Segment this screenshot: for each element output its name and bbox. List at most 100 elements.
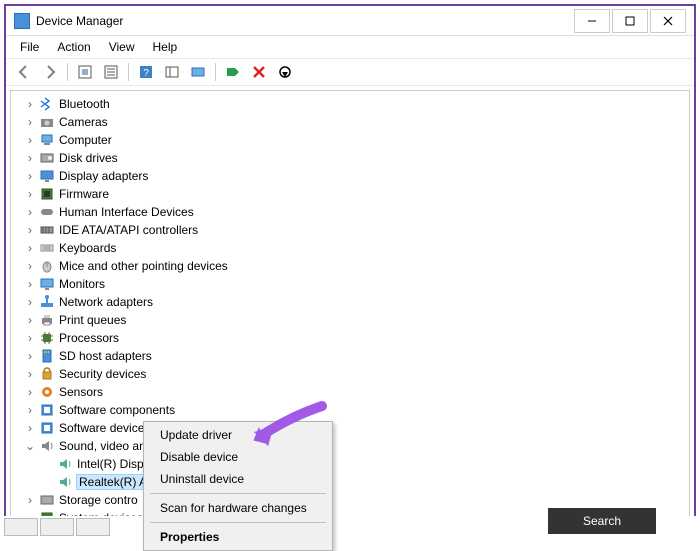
menu-action[interactable]: Action [49, 38, 98, 56]
toolbar-separator [67, 63, 68, 81]
chevron-right-icon[interactable]: › [23, 331, 37, 345]
tree-node-security[interactable]: ›Security devices [13, 365, 687, 383]
chevron-right-icon[interactable]: › [23, 277, 37, 291]
tree-node-sensor[interactable]: › Sensors [13, 383, 687, 401]
toolbar: ? [6, 58, 694, 86]
tree-leaf-label: Realtek(R) A [77, 475, 149, 489]
chevron-right-icon[interactable]: › [23, 205, 37, 219]
tree-node-label: Sensors [59, 385, 103, 399]
sound-icon [39, 438, 55, 454]
mouse-icon [39, 258, 55, 274]
tree-node-label: Storage contro [59, 493, 138, 507]
tree-leaf-sound-device[interactable]: Intel(R) Display Audio [13, 455, 687, 473]
chevron-right-icon[interactable]: › [23, 187, 37, 201]
tree-node-keyboard[interactable]: ›Keyboards [13, 239, 687, 257]
properties-button[interactable] [99, 61, 123, 83]
chevron-right-icon[interactable]: › [23, 403, 37, 417]
chevron-right-icon[interactable]: › [23, 493, 37, 507]
hid-icon [39, 204, 55, 220]
svg-text:?: ? [143, 68, 149, 79]
network-icon [39, 294, 55, 310]
minimize-icon [587, 16, 597, 26]
sd-icon [39, 348, 55, 364]
tree-node-disk[interactable]: ›Disk drives [13, 149, 687, 167]
update-driver-button[interactable] [186, 61, 210, 83]
tree-node-bluetooth[interactable]: › Bluetooth [13, 95, 687, 113]
tree-node-software[interactable]: › Software components [13, 401, 687, 419]
tree-node-label: Print queues [59, 313, 126, 327]
tree-node-computer[interactable]: ›Computer [13, 131, 687, 149]
show-hidden-button[interactable] [73, 61, 97, 83]
disable-button[interactable] [273, 61, 297, 83]
tree-node-sound[interactable]: ⌄Sound, video and game controllers [13, 437, 687, 455]
view-toggle-icon [164, 64, 180, 80]
search-button[interactable]: Search [548, 508, 656, 534]
chevron-right-icon[interactable]: › [23, 169, 37, 183]
menu-view[interactable]: View [101, 38, 143, 56]
chevron-down-icon[interactable]: ⌄ [23, 439, 37, 453]
menu-help[interactable]: Help [145, 38, 186, 56]
tree-node-ide[interactable]: › IDE ATA/ATAPI controllers [13, 221, 687, 239]
chevron-right-icon[interactable]: › [23, 97, 37, 111]
help-icon: ? [138, 64, 154, 80]
tree-node-firmware[interactable]: ›Firmware [13, 185, 687, 203]
chevron-right-icon[interactable]: › [23, 115, 37, 129]
ctx-update-driver[interactable]: Update driver [146, 424, 330, 446]
tree-node-label: Software components [59, 403, 175, 417]
ctx-properties[interactable]: Properties [146, 526, 330, 548]
ctx-scan-hardware[interactable]: Scan for hardware changes [146, 497, 330, 519]
tree-node-printer[interactable]: › Print queues [13, 311, 687, 329]
tree-node-sd[interactable]: ›SD host adapters [13, 347, 687, 365]
tree-node-processor[interactable]: ›Processors [13, 329, 687, 347]
chevron-right-icon[interactable]: › [23, 295, 37, 309]
minimize-button[interactable] [574, 9, 610, 33]
tree-node-hid[interactable]: ›Human Interface Devices [13, 203, 687, 221]
tree-node-camera[interactable]: › Cameras [13, 113, 687, 131]
chevron-right-icon[interactable]: › [23, 133, 37, 147]
menu-file[interactable]: File [12, 38, 47, 56]
display-icon [39, 168, 55, 184]
tree-node-monitor[interactable]: ›Monitors [13, 275, 687, 293]
close-button[interactable] [650, 9, 686, 33]
uninstall-button[interactable] [247, 61, 271, 83]
maximize-button[interactable] [612, 9, 648, 33]
tree-node-label: Bluetooth [59, 97, 110, 111]
chevron-right-icon[interactable]: › [23, 385, 37, 399]
disk-icon [39, 150, 55, 166]
tree-node-label: Cameras [59, 115, 108, 129]
properties-icon [103, 64, 119, 80]
tree-node-software[interactable]: ›Software devices [13, 419, 687, 437]
chevron-right-icon[interactable]: › [23, 313, 37, 327]
back-button[interactable] [12, 61, 36, 83]
ctx-disable-device[interactable]: Disable device [146, 446, 330, 468]
ctx-uninstall-device[interactable]: Uninstall device [146, 468, 330, 490]
software-icon [39, 420, 55, 436]
chevron-right-icon[interactable]: › [23, 421, 37, 435]
tree-node-mouse[interactable]: ›Mice and other pointing devices [13, 257, 687, 275]
tree-node-network[interactable]: ›Network adapters [13, 293, 687, 311]
monitor-icon [39, 276, 55, 292]
device-tree-panel[interactable]: ›Bluetooth›Cameras›Computer›Disk drives›… [10, 90, 690, 526]
view-toggle-button[interactable] [160, 61, 184, 83]
tree-node-display[interactable]: ›Display adapters [13, 167, 687, 185]
forward-button[interactable] [38, 61, 62, 83]
scan-button[interactable] [221, 61, 245, 83]
sensor-icon [39, 384, 55, 400]
chevron-right-icon[interactable]: › [23, 349, 37, 363]
chevron-right-icon[interactable]: › [23, 367, 37, 381]
back-icon [16, 64, 32, 80]
sd-icon [39, 348, 55, 364]
help-button[interactable]: ? [134, 61, 158, 83]
bluetooth-icon [39, 96, 55, 112]
chevron-right-icon[interactable]: › [23, 151, 37, 165]
tree-leaf-sound-device[interactable]: Realtek(R) A [13, 473, 687, 491]
forward-icon [42, 64, 58, 80]
ide-icon [39, 222, 55, 238]
close-icon [663, 16, 673, 26]
disable-icon [277, 64, 293, 80]
chevron-right-icon[interactable]: › [23, 223, 37, 237]
tree-node-storage[interactable]: › Storage contro [13, 491, 687, 509]
chevron-right-icon[interactable]: › [23, 241, 37, 255]
chevron-right-icon[interactable]: › [23, 259, 37, 273]
tree-node-label: IDE ATA/ATAPI controllers [59, 223, 198, 237]
